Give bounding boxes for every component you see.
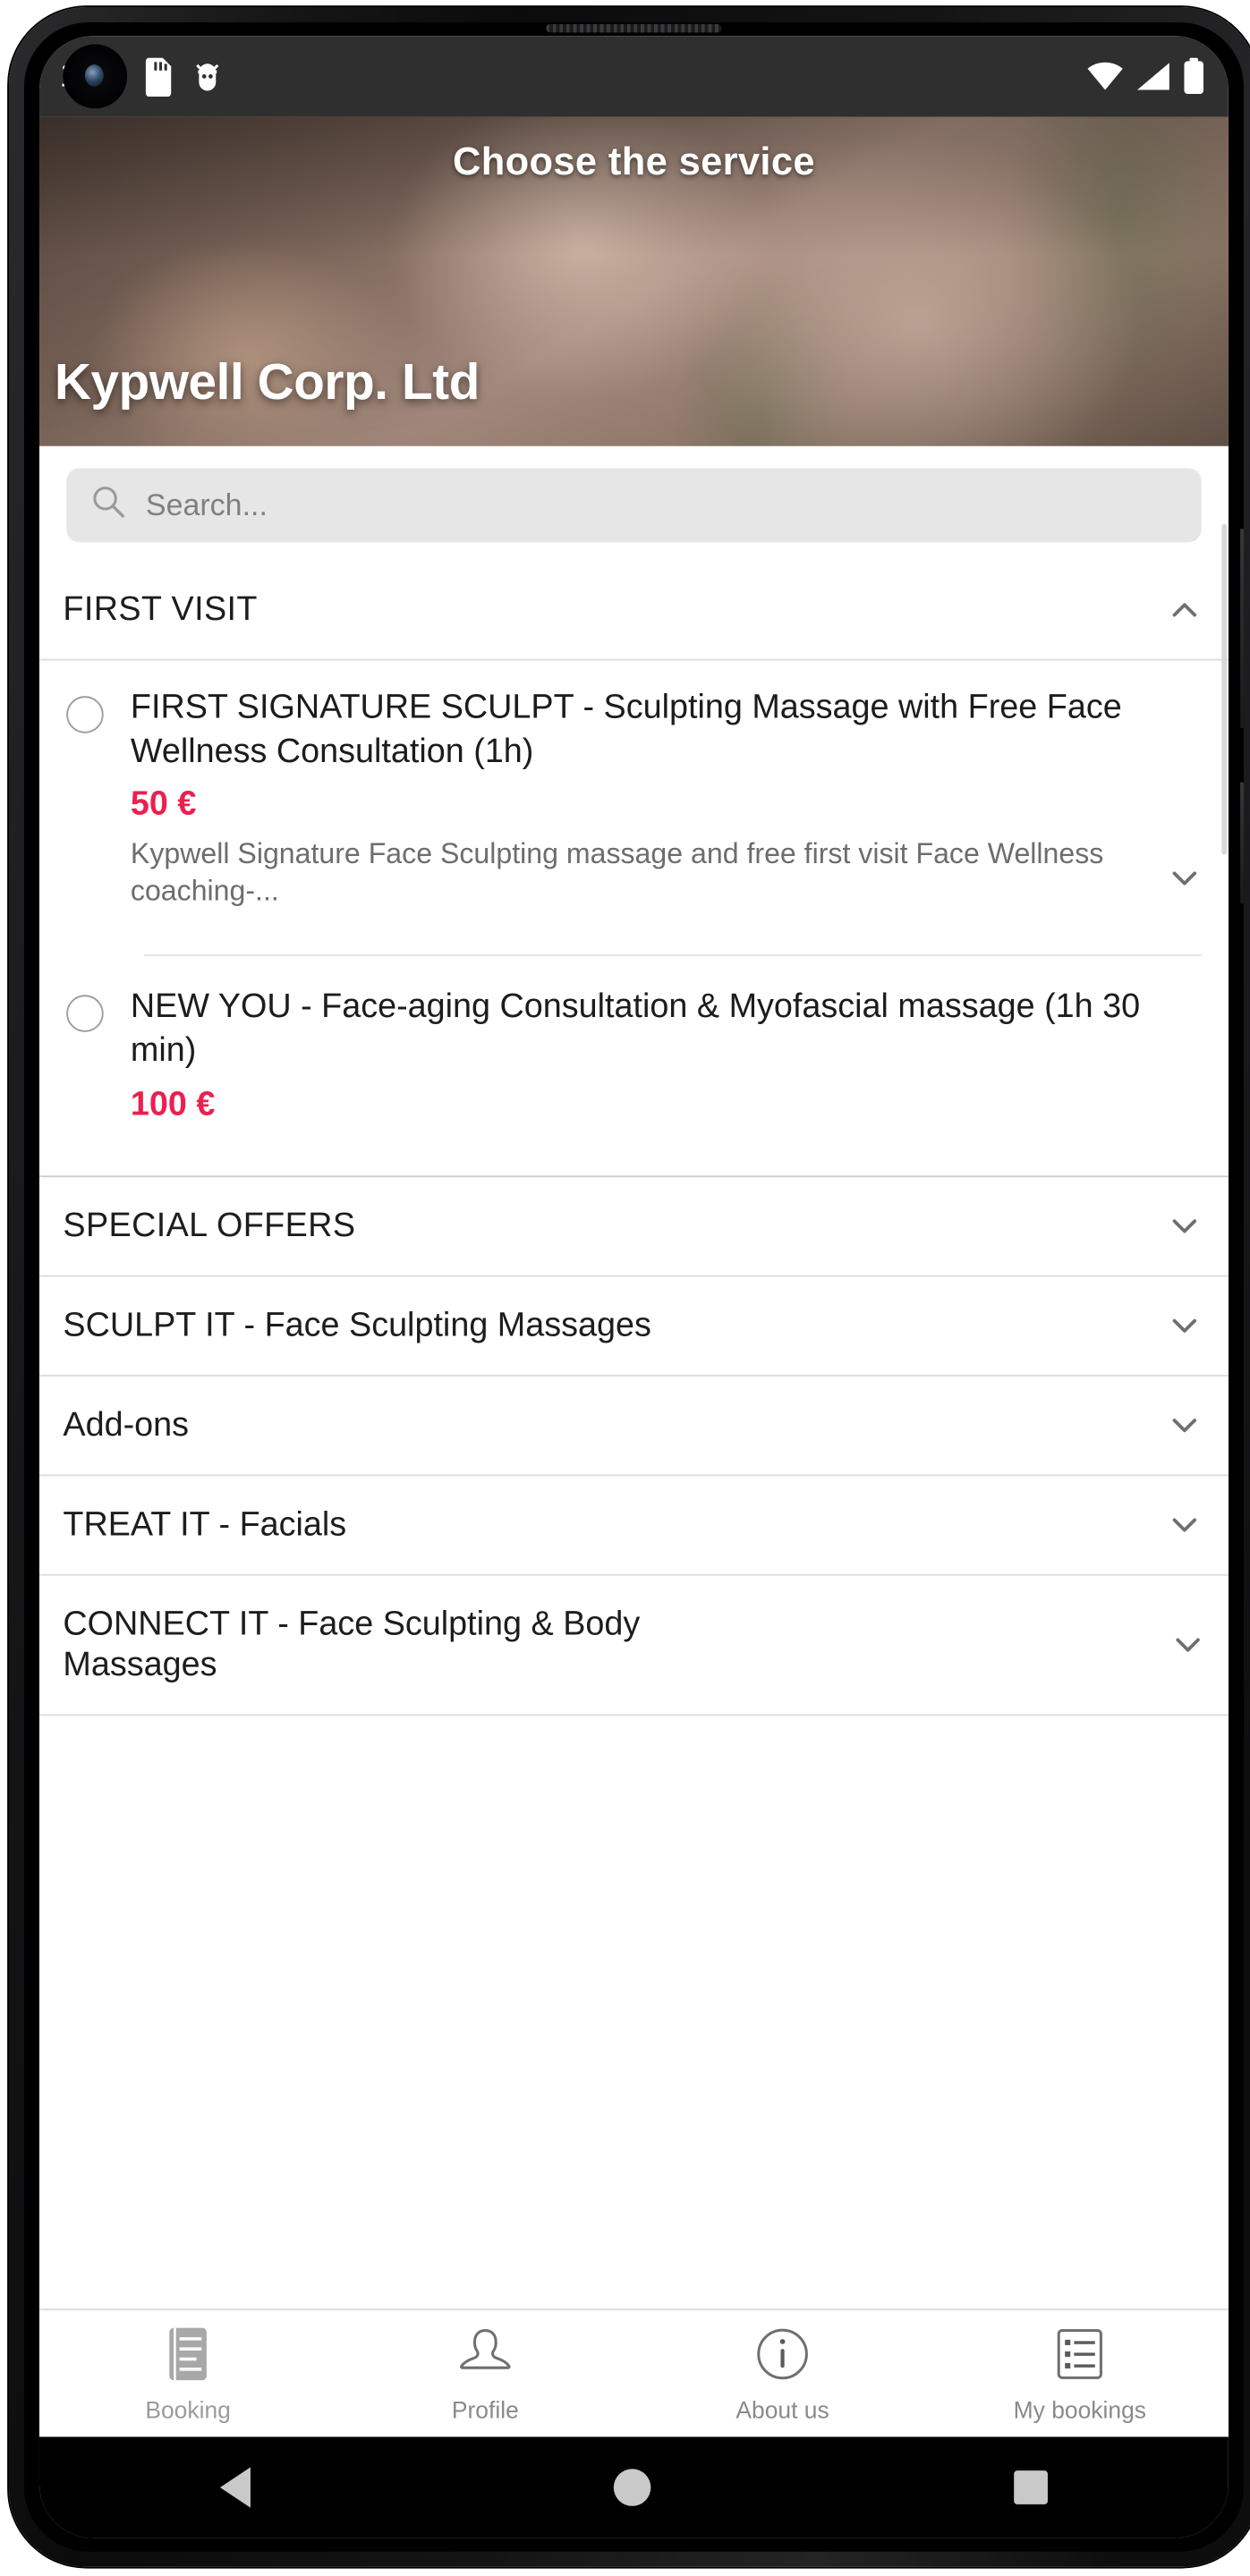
- service-item[interactable]: FIRST SIGNATURE SCULPT - Sculpting Massa…: [39, 661, 1229, 936]
- category-connect-it: CONNECT IT - Face Sculpting & Body Massa…: [38, 1575, 1229, 1716]
- business-name: Kypwell Corp. Ltd: [54, 354, 480, 411]
- service-radio-button[interactable]: [66, 696, 104, 733]
- phone-screen: 1: [38, 36, 1229, 2538]
- back-triangle-icon[interactable]: [220, 2467, 251, 2508]
- wifi-icon: [1086, 61, 1124, 91]
- tab-booking[interactable]: Booking: [39, 2326, 336, 2424]
- category-header[interactable]: SCULPT IT - Face Sculpting Massages: [39, 1276, 1229, 1374]
- phone-bezel: 1: [23, 21, 1244, 2552]
- category-sculpt-it: SCULPT IT - Face Sculpting Massages: [38, 1276, 1229, 1377]
- tab-label: My bookings: [1013, 2396, 1146, 2424]
- service-details: NEW YOU - Face-aging Consultation & Myof…: [131, 987, 1205, 1124]
- service-description-row: Kypwell Signature Face Sculpting massage…: [131, 836, 1205, 911]
- chevron-down-icon[interactable]: [1164, 1205, 1204, 1245]
- service-radio-button[interactable]: [66, 996, 104, 1033]
- chevron-up-icon[interactable]: [1164, 589, 1204, 630]
- status-bar-left: 1: [53, 44, 1086, 109]
- phone-frame: 1: [9, 7, 1250, 2567]
- category-header[interactable]: CONNECT IT - Face Sculpting & Body Massa…: [39, 1575, 1229, 1714]
- first-visit-services: FIRST SIGNATURE SCULPT - Sculpting Massa…: [38, 660, 1229, 1177]
- service-name: FIRST SIGNATURE SCULPT - Sculpting Massa…: [130, 689, 1122, 770]
- bottom-navigation: Booking Profile About us My bookings: [38, 2308, 1229, 2437]
- service-name: NEW YOU - Face-aging Consultation & Myof…: [130, 988, 1141, 1070]
- status-bar-right: [1086, 57, 1205, 96]
- chevron-down-icon[interactable]: [1164, 1404, 1204, 1445]
- person-icon: [458, 2326, 512, 2392]
- tab-my-bookings[interactable]: My bookings: [931, 2326, 1229, 2424]
- category-add-ons: Add-ons: [38, 1376, 1229, 1476]
- recents-square-icon[interactable]: [1013, 2470, 1048, 2504]
- tab-label: Profile: [451, 2396, 519, 2424]
- vertical-scrollbar[interactable]: [1221, 523, 1228, 855]
- search-box[interactable]: [66, 468, 1202, 543]
- service-item[interactable]: NEW YOU - Face-aging Consultation & Myof…: [39, 957, 1229, 1148]
- volume-button[interactable]: [1240, 529, 1244, 729]
- category-label: CONNECT IT - Face Sculpting & Body Massa…: [63, 1605, 641, 1683]
- status-bar: 1: [38, 36, 1229, 117]
- category-label: Add-ons: [63, 1406, 190, 1444]
- android-navigation-bar: [38, 2436, 1229, 2538]
- category-header[interactable]: FIRST VISIT: [39, 561, 1229, 658]
- tab-profile[interactable]: Profile: [336, 2326, 634, 2424]
- power-button[interactable]: [1240, 782, 1244, 904]
- earpiece-speaker: [546, 23, 722, 33]
- battery-icon: [1183, 57, 1205, 96]
- tab-label: Booking: [145, 2396, 231, 2424]
- category-special-offers: SPECIAL OFFERS: [38, 1176, 1229, 1276]
- category-header[interactable]: SPECIAL OFFERS: [39, 1176, 1229, 1274]
- service-price: 100 €: [130, 1085, 216, 1123]
- my-bookings-list-icon: [1053, 2326, 1107, 2392]
- tab-label: About us: [736, 2396, 829, 2424]
- chevron-down-icon[interactable]: [1164, 1305, 1204, 1345]
- search-input[interactable]: [145, 487, 1177, 523]
- category-treat-it: TREAT IT - Facials: [38, 1475, 1229, 1575]
- front-camera-punchhole: [63, 44, 128, 109]
- business-header: Choose the service Kypwell Corp. Ltd: [38, 116, 1229, 446]
- tab-about-us[interactable]: About us: [634, 2326, 931, 2424]
- usb-debug-icon: [190, 57, 225, 96]
- sd-card-icon: [142, 56, 174, 97]
- home-circle-icon[interactable]: [613, 2469, 651, 2506]
- category-label: SPECIAL OFFERS: [63, 1207, 356, 1244]
- chevron-down-icon[interactable]: [1164, 859, 1204, 911]
- category-label: TREAT IT - Facials: [63, 1505, 347, 1543]
- service-list-container: FIRST VISIT FIRST SIGNATURE SCULPT: [38, 445, 1229, 2309]
- chevron-down-icon[interactable]: [1168, 1624, 1208, 1665]
- chevron-down-icon[interactable]: [1164, 1504, 1204, 1545]
- info-circle-icon: [755, 2326, 809, 2392]
- cellular-signal-icon: [1135, 61, 1171, 91]
- category-header[interactable]: Add-ons: [39, 1376, 1229, 1473]
- booking-list-icon: [161, 2326, 215, 2392]
- service-details: FIRST SIGNATURE SCULPT - Sculpting Massa…: [131, 688, 1205, 911]
- page-title: Choose the service: [452, 139, 815, 183]
- search-area: [39, 446, 1229, 561]
- search-icon: [91, 484, 125, 526]
- service-description: Kypwell Signature Face Sculpting massage…: [130, 838, 1104, 908]
- category-label: SCULPT IT - Face Sculpting Massages: [63, 1306, 651, 1344]
- category-first-visit: FIRST VISIT: [38, 561, 1229, 661]
- category-label: FIRST VISIT: [63, 591, 258, 629]
- service-price: 50 €: [130, 785, 197, 824]
- category-header[interactable]: TREAT IT - Facials: [39, 1475, 1229, 1572]
